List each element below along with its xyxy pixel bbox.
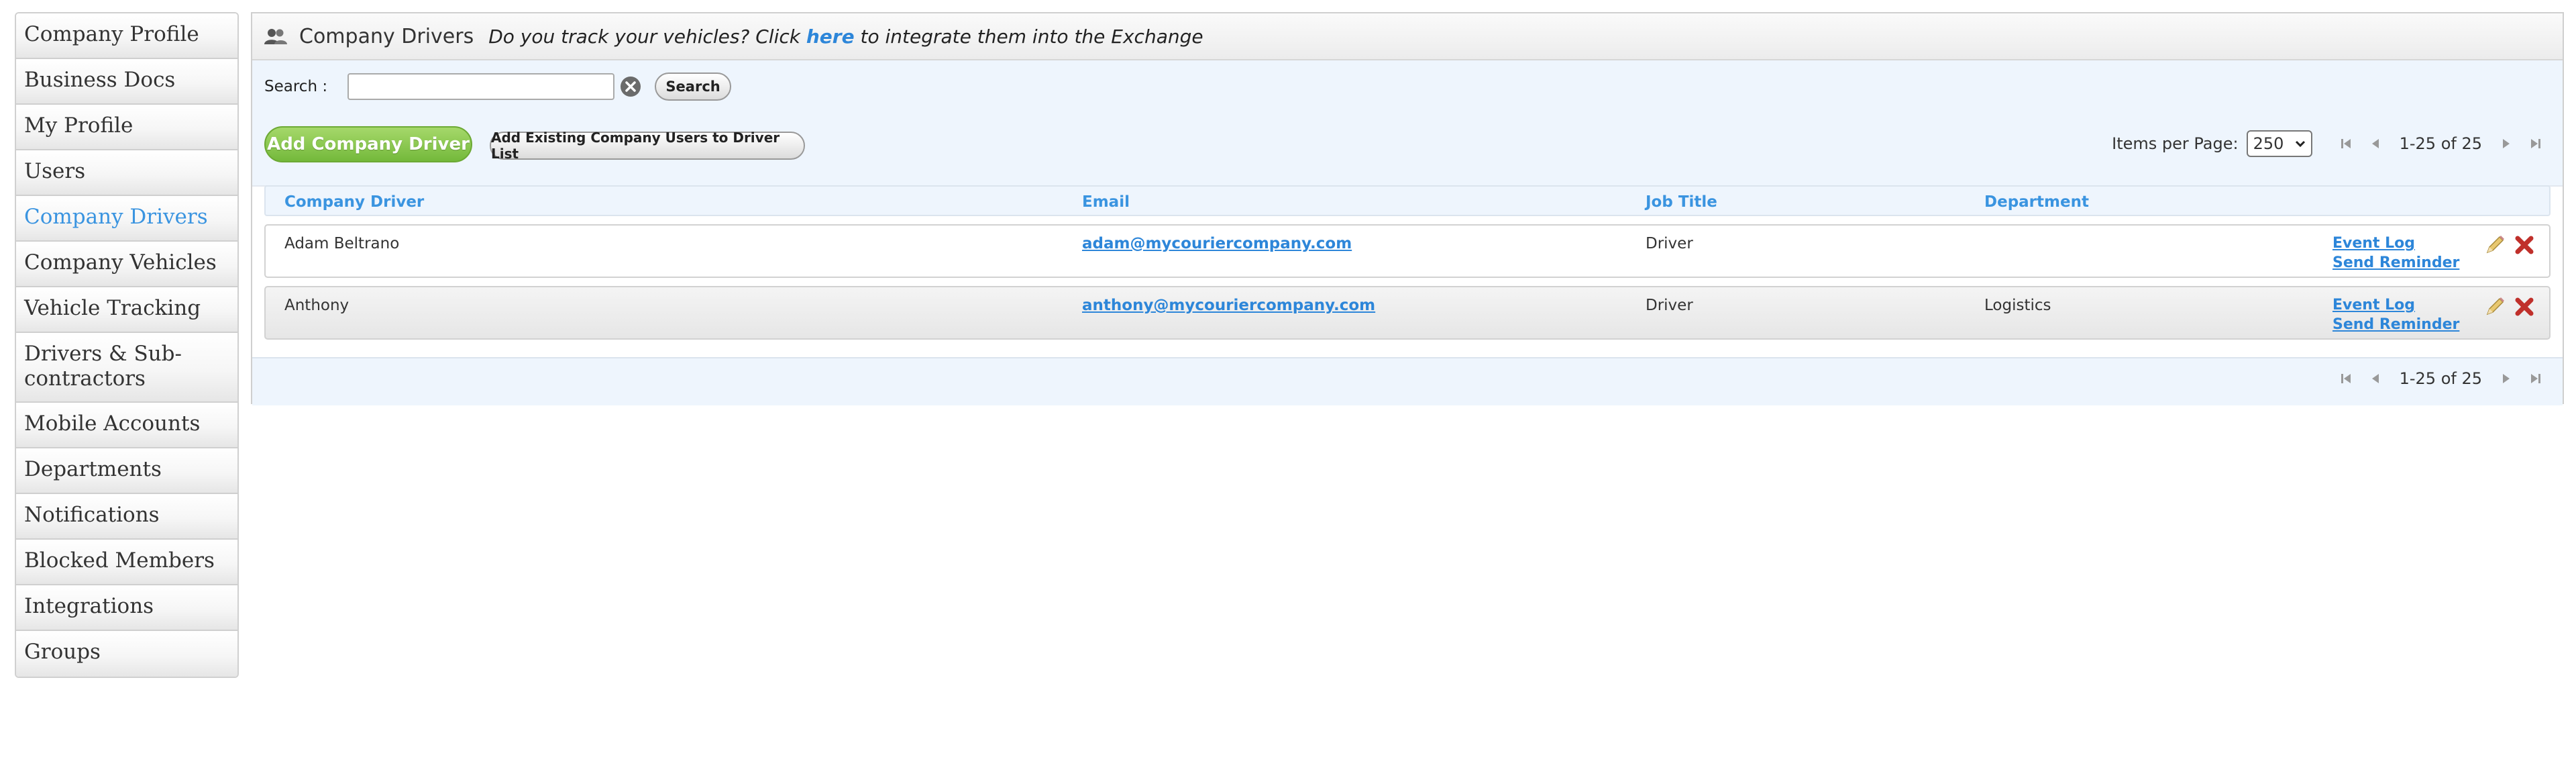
- pencil-icon[interactable]: [2483, 234, 2506, 256]
- driver-job-title: Driver: [1646, 235, 1693, 252]
- driver-department: Logistics: [1984, 297, 2051, 314]
- sidebar-item-blocked-members[interactable]: Blocked Members: [16, 540, 237, 585]
- integration-promo: Do you track your vehicles? Click here t…: [488, 26, 1203, 48]
- page-range-text: 1-25 of 25: [2399, 369, 2482, 388]
- table-row: Adam Beltrano adam@mycouriercompany.com …: [264, 224, 2551, 278]
- driver-email-cell: adam@mycouriercompany.com: [1082, 235, 1352, 252]
- toolbar: Search : Search Add Company Driver Add E…: [252, 60, 2563, 187]
- event-log-link[interactable]: Event Log: [2332, 295, 2459, 315]
- sidebar-item-company-profile[interactable]: Company Profile: [16, 13, 237, 59]
- sidebar-item-company-drivers[interactable]: Company Drivers: [16, 196, 237, 242]
- sidebar-item-company-vehicles[interactable]: Company Vehicles: [16, 242, 237, 287]
- search-button[interactable]: Search: [655, 72, 732, 101]
- items-per-page-value: 250: [2253, 134, 2284, 153]
- sidebar-item-departments[interactable]: Departments: [16, 448, 237, 494]
- column-header-email[interactable]: Email: [1082, 193, 1130, 211]
- driver-name: Anthony: [284, 297, 350, 314]
- first-page-icon[interactable]: [2339, 137, 2353, 150]
- clear-search-icon[interactable]: [620, 76, 641, 97]
- page-range-text: 1-25 of 25: [2399, 134, 2482, 153]
- panel-header: Company Drivers Do you track your vehicl…: [252, 13, 2563, 60]
- sidebar-nav: Company Profile Business Docs My Profile…: [15, 12, 239, 678]
- row-actions: Event Log Send Reminder: [2332, 295, 2459, 334]
- column-header-job-title[interactable]: Job Title: [1646, 193, 1717, 211]
- table-footer: 1-25 of 25: [252, 357, 2563, 405]
- column-header-department[interactable]: Department: [1984, 193, 2089, 211]
- page-title: Company Drivers: [299, 24, 474, 48]
- add-company-driver-button[interactable]: Add Company Driver: [264, 126, 472, 162]
- search-row: Search : Search: [264, 72, 732, 101]
- first-page-icon[interactable]: [2339, 372, 2353, 385]
- send-reminder-link[interactable]: Send Reminder: [2332, 315, 2459, 334]
- sidebar-item-integrations[interactable]: Integrations: [16, 585, 237, 631]
- driver-email-cell: anthony@mycouriercompany.com: [1082, 297, 1375, 314]
- driver-name: Adam Beltrano: [284, 235, 400, 252]
- promo-prefix: Do you track your vehicles? Click: [488, 25, 806, 48]
- event-log-link[interactable]: Event Log: [2332, 234, 2459, 253]
- promo-here-link[interactable]: here: [806, 26, 855, 48]
- row-actions: Event Log Send Reminder: [2332, 234, 2459, 273]
- sidebar-item-notifications[interactable]: Notifications: [16, 494, 237, 540]
- search-label: Search :: [264, 78, 328, 95]
- sidebar-item-business-docs[interactable]: Business Docs: [16, 59, 237, 105]
- chevron-down-icon: [2295, 140, 2305, 148]
- sidebar-item-groups[interactable]: Groups: [16, 631, 237, 677]
- prev-page-icon[interactable]: [2369, 137, 2382, 150]
- column-header-company-driver[interactable]: Company Driver: [284, 193, 424, 211]
- sidebar-item-vehicle-tracking[interactable]: Vehicle Tracking: [16, 287, 237, 333]
- pagination-top: Items per Page: 250 1-25 of 25: [2112, 130, 2551, 157]
- items-per-page-select[interactable]: 250: [2246, 130, 2312, 157]
- driver-email-link[interactable]: anthony@mycouriercompany.com: [1082, 297, 1375, 314]
- sidebar-item-mobile-accounts[interactable]: Mobile Accounts: [16, 403, 237, 448]
- items-per-page-label: Items per Page:: [2112, 134, 2239, 153]
- sidebar-item-users[interactable]: Users: [16, 150, 237, 196]
- sidebar-item-drivers-subcontractors[interactable]: Drivers & Sub-contractors: [16, 333, 237, 403]
- next-page-icon[interactable]: [2500, 137, 2513, 150]
- last-page-icon[interactable]: [2529, 137, 2542, 150]
- pagination-bottom: 1-25 of 25: [2331, 369, 2551, 388]
- sidebar-item-my-profile[interactable]: My Profile: [16, 105, 237, 150]
- prev-page-icon[interactable]: [2369, 372, 2382, 385]
- promo-suffix: to integrate them into the Exchange: [854, 25, 1203, 48]
- people-icon: [264, 29, 287, 44]
- search-input[interactable]: [347, 73, 615, 100]
- drivers-panel: Company Drivers Do you track your vehicl…: [251, 12, 2564, 405]
- driver-email-link[interactable]: adam@mycouriercompany.com: [1082, 235, 1352, 252]
- driver-job-title: Driver: [1646, 297, 1693, 314]
- drivers-table: Company Driver Email Job Title Departmen…: [264, 185, 2551, 340]
- delete-x-icon[interactable]: [2513, 234, 2536, 256]
- table-header: Company Driver Email Job Title Departmen…: [264, 185, 2551, 216]
- send-reminder-link[interactable]: Send Reminder: [2332, 253, 2459, 273]
- delete-x-icon[interactable]: [2513, 295, 2536, 318]
- last-page-icon[interactable]: [2529, 372, 2542, 385]
- table-row: Anthony anthony@mycouriercompany.com Dri…: [264, 286, 2551, 340]
- pencil-icon[interactable]: [2483, 295, 2506, 318]
- next-page-icon[interactable]: [2500, 372, 2513, 385]
- add-existing-users-button[interactable]: Add Existing Company Users to Driver Lis…: [490, 130, 805, 162]
